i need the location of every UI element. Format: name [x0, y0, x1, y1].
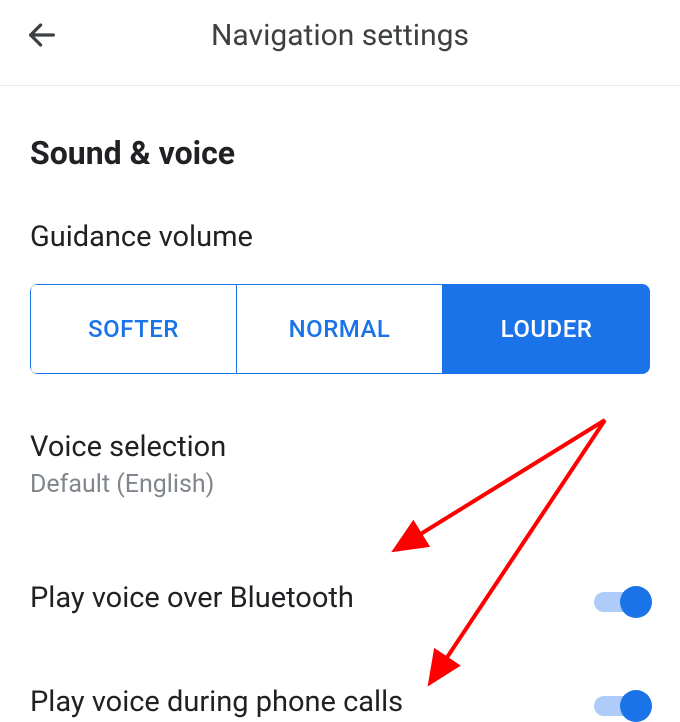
phone-calls-label: Play voice during phone calls: [30, 685, 403, 719]
page-title: Navigation settings: [24, 18, 656, 53]
volume-normal-button[interactable]: NORMAL: [237, 284, 443, 374]
bluetooth-label: Play voice over Bluetooth: [30, 581, 354, 615]
sound-voice-section-title: Sound & voice: [30, 134, 650, 172]
toggle-thumb: [620, 690, 652, 722]
voice-selection-row[interactable]: Voice selection Default (English): [30, 430, 650, 499]
voice-selection-value: Default (English): [30, 470, 650, 499]
phone-calls-toggle[interactable]: [594, 690, 650, 714]
toggle-thumb: [620, 586, 652, 618]
settings-content: Sound & voice Guidance volume SOFTER NOR…: [0, 134, 680, 719]
bluetooth-row: Play voice over Bluetooth: [30, 581, 650, 615]
volume-louder-button[interactable]: LOUDER: [443, 284, 650, 374]
bluetooth-toggle[interactable]: [594, 586, 650, 610]
volume-softer-button[interactable]: SOFTER: [30, 284, 237, 374]
voice-selection-label: Voice selection: [30, 430, 650, 464]
guidance-volume-segmented: SOFTER NORMAL LOUDER: [30, 284, 650, 374]
phone-calls-row: Play voice during phone calls: [30, 685, 650, 719]
header-divider: [0, 85, 680, 86]
app-header: Navigation settings: [0, 0, 680, 70]
guidance-volume-label: Guidance volume: [30, 220, 650, 254]
